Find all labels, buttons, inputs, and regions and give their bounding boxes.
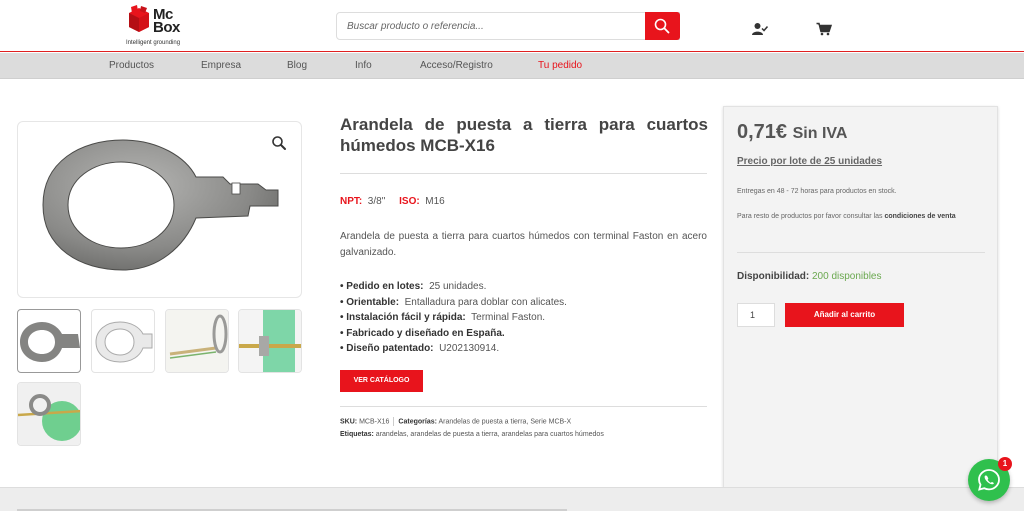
brand-logo[interactable]: Mc Box Intelligent grounding <box>122 3 192 47</box>
feature-item: • Pedido en lotes: 25 unidades. <box>340 281 487 292</box>
site-header: Mc Box Intelligent grounding <box>0 0 1024 52</box>
divider <box>737 252 985 253</box>
availability-label: Disponibilidad: <box>737 271 810 282</box>
feature-list: • Pedido en lotes: 25 unidades. • Orient… <box>340 279 567 357</box>
thumb-washer-side <box>166 310 228 372</box>
main-nav: Productos Empresa Blog Info Acceso/Regis… <box>0 53 1024 79</box>
cube-logo-icon <box>129 5 149 32</box>
nav-item-productos[interactable]: Productos <box>109 60 154 71</box>
zoom-icon[interactable] <box>271 135 287 151</box>
feature-item: • Fabricado y diseñado en España. <box>340 327 505 339</box>
search-icon <box>654 18 670 34</box>
brand-name-line2: Box <box>153 19 180 36</box>
nav-item-tu-pedido[interactable]: Tu pedido <box>538 60 582 71</box>
categories-label: Categorías: <box>398 418 437 426</box>
price-value: 0,71€ <box>737 121 788 143</box>
cart-icon[interactable] <box>816 22 832 36</box>
product-thumbnail[interactable] <box>238 309 302 373</box>
feature-item: • Instalación fácil y rápida: Terminal F… <box>340 312 546 323</box>
product-thumbnail[interactable] <box>91 309 155 373</box>
divider <box>340 406 707 407</box>
nav-item-blog[interactable]: Blog <box>287 60 307 71</box>
sale-conditions-link[interactable]: condiciones de venta <box>884 213 955 220</box>
thumb-washer-installed <box>239 310 301 372</box>
iso-value: M16 <box>425 196 445 207</box>
shipping-info: Entregas en 48 - 72 horas para productos… <box>737 188 897 195</box>
sale-conditions-text: Para resto de productos por favor consul… <box>737 213 883 220</box>
sku-value: MCB-X16 <box>359 418 390 426</box>
availability: Disponibilidad: 200 disponibles <box>737 271 882 282</box>
product-meta-tags: Etiquetas: arandelas, arandelas de puest… <box>340 431 604 438</box>
thumb-washer-grey <box>20 322 80 362</box>
washer-image <box>42 139 279 271</box>
npt-label: NPT: <box>340 196 363 207</box>
tags-links[interactable]: arandelas, arandelas de puesta a tierra,… <box>376 431 604 438</box>
product-thumbnail[interactable] <box>165 309 229 373</box>
search-input[interactable] <box>337 13 645 39</box>
categories-links[interactable]: Arandelas de puesta a tierra, Serie MCB-… <box>439 418 572 425</box>
quantity-input[interactable] <box>737 303 775 327</box>
nav-item-acceso-registro[interactable]: Acceso/Registro <box>420 60 493 71</box>
product-title: Arandela de puesta a tierra para cuartos… <box>340 115 708 155</box>
whatsapp-icon <box>978 469 1000 491</box>
product-main-image[interactable] <box>17 121 302 298</box>
add-to-cart-button[interactable]: Añadir al carrito <box>785 303 904 327</box>
product-specs: NPT: 3/8" ISO: M16 <box>340 196 445 207</box>
feature-item: • Orientable: Entalladura para doblar co… <box>340 296 567 308</box>
product-thumbnail[interactable] <box>17 382 81 446</box>
npt-value: 3/8" <box>367 196 386 207</box>
notification-badge: 1 <box>998 457 1012 471</box>
catalog-button[interactable]: VER CATÁLOGO <box>340 370 423 392</box>
feature-item: • Diseño patentado: U202130914. <box>340 343 500 354</box>
thumb-washer-installed-close <box>18 383 80 445</box>
iso-label: ISO: <box>399 196 420 207</box>
search-bar <box>336 12 680 40</box>
footer-band <box>0 487 1024 511</box>
sku-label: SKU: <box>340 418 358 426</box>
nav-item-info[interactable]: Info <box>355 60 372 71</box>
search-button[interactable] <box>645 12 680 40</box>
product-thumbnail[interactable] <box>17 309 81 373</box>
price: 0,71€ Sin IVA <box>737 121 847 144</box>
product-description: Arandela de puesta a tierra para cuartos… <box>340 231 707 258</box>
brand-tagline: Intelligent grounding <box>126 40 181 46</box>
divider <box>340 173 707 174</box>
nav-item-empresa[interactable]: Empresa <box>201 60 241 71</box>
product-meta-sku: SKU: MCB-X16 Categorías: Arandelas de pue… <box>340 417 571 426</box>
user-check-icon[interactable] <box>752 22 768 36</box>
thumb-washer-white <box>95 321 153 363</box>
availability-value: 200 disponibles <box>812 271 882 282</box>
tax-note: Sin IVA <box>792 125 848 142</box>
tags-label: Etiquetas: <box>340 431 374 438</box>
lot-price-link[interactable]: Precio por lote de 25 unidades <box>737 156 882 167</box>
sale-conditions-note: Para resto de productos por favor consul… <box>737 212 985 221</box>
